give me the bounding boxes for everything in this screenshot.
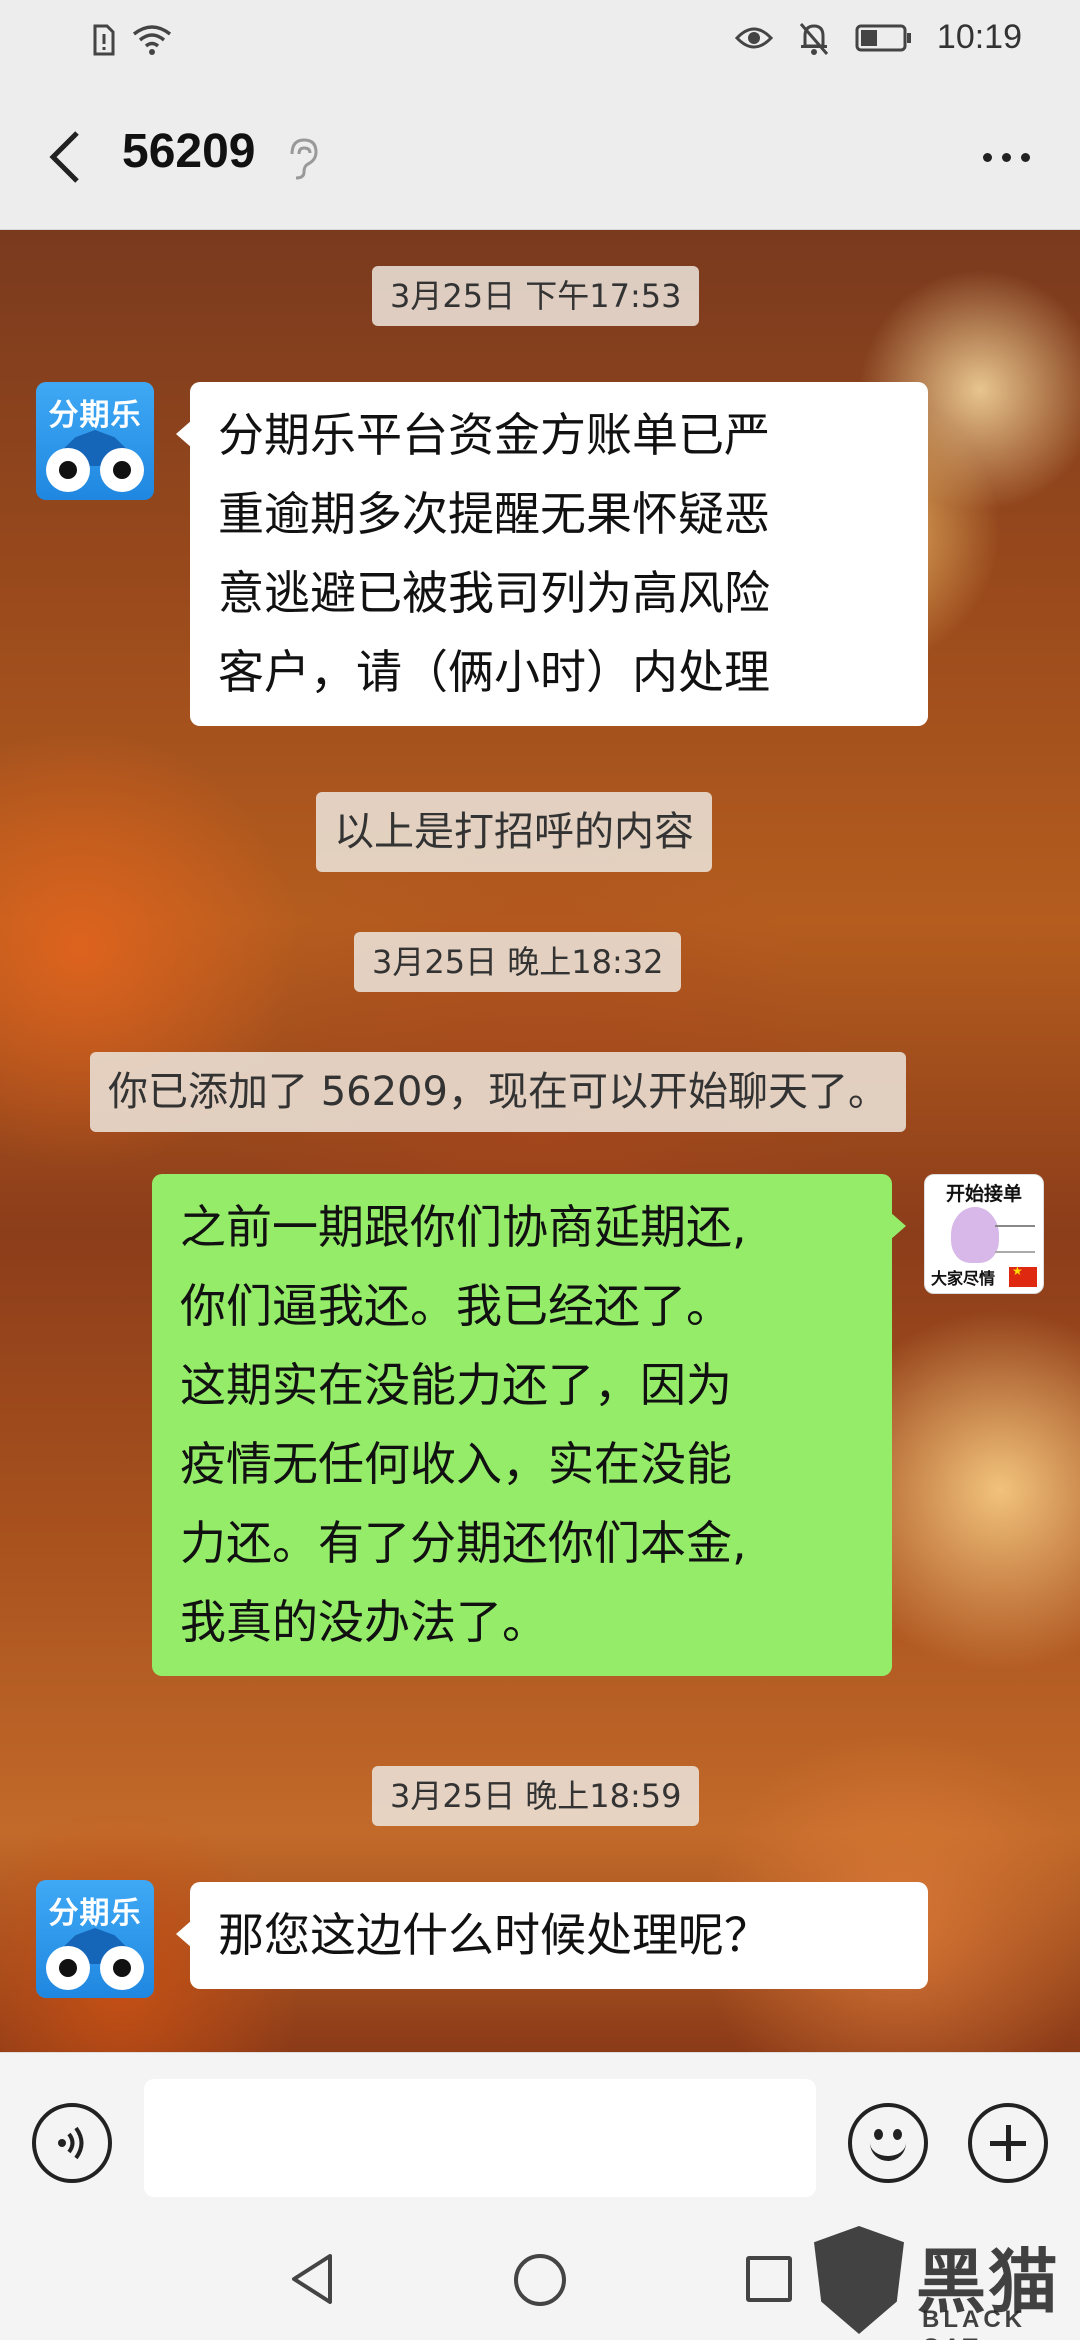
- watermark-logo: 黑猫 BLACK CAT: [808, 2222, 1080, 2340]
- system-note: 你已添加了 56209，现在可以开始聊天了。: [90, 1052, 906, 1132]
- message-line: 疫情无任何收入，实在没能: [180, 1437, 732, 1491]
- nav-back-icon[interactable]: [288, 2252, 336, 2306]
- cat-shield-icon: [814, 2226, 904, 2334]
- timestamp: 3月25日 晚上18:59: [372, 1766, 700, 1826]
- timestamp: 3月25日 下午17:53: [372, 266, 700, 326]
- sim-alert-icon: [93, 24, 115, 56]
- status-right: 10:19: [734, 18, 1022, 57]
- watermark-en: BLACK CAT: [922, 2306, 1026, 2340]
- voice-button[interactable]: [32, 2103, 112, 2183]
- flag-icon: [1009, 1264, 1037, 1287]
- more-button[interactable]: [968, 132, 1044, 182]
- wifi-icon: [132, 25, 172, 55]
- message-line: 之前一期跟你们协商延期还,: [180, 1200, 747, 1254]
- status-left: [92, 24, 172, 56]
- chat-area[interactable]: 3月25日 下午17:53 分期乐 分期乐平台资金方账单已严 重逾期多次提醒无果…: [0, 230, 1080, 2052]
- message-bubble-outgoing[interactable]: 之前一期跟你们协商延期还, 你们逼我还。我已经还了。 这期实在没能力还了，因为 …: [152, 1174, 906, 1676]
- message-bubble-incoming[interactable]: 分期乐平台资金方账单已严 重逾期多次提醒无果怀疑恶 意逃避已被我司列为高风险 客…: [176, 382, 928, 726]
- avatar-logo-text: 分期乐: [48, 398, 142, 433]
- voice-icon: [58, 2126, 84, 2160]
- status-time: 10:19: [936, 18, 1022, 56]
- nav-recent-icon[interactable]: [746, 2256, 792, 2302]
- timestamp: 3月25日 晚上18:32: [354, 932, 682, 992]
- ear-icon: [290, 138, 318, 180]
- system-note: 以上是打招呼的内容: [316, 792, 712, 872]
- message-line: 重逾期多次提醒无果怀疑恶: [218, 487, 770, 541]
- mute-icon: [799, 22, 829, 55]
- battery-icon: [855, 24, 911, 51]
- message-line: 客户，请（俩小时）内处理: [218, 645, 770, 699]
- plus-button[interactable]: [968, 2103, 1048, 2183]
- back-arrow-icon: [49, 131, 79, 183]
- message-line: 我真的没办法了。: [180, 1595, 548, 1649]
- message-line: 意逃避已被我司列为高风险: [218, 566, 770, 620]
- input-bar: [0, 2052, 1080, 2220]
- eye-icon: [734, 27, 773, 48]
- message-line: 你们逼我还。我已经还了。: [180, 1279, 732, 1333]
- status-bar: 10:19: [0, 0, 1080, 84]
- avatar-self-bottom-text: 大家尽情: [931, 1269, 996, 1288]
- message-line: 分期乐平台资金方账单已严: [218, 408, 770, 462]
- more-icon: [982, 152, 992, 162]
- avatar-self[interactable]: 开始接单 大家尽情: [924, 1174, 1044, 1294]
- avatar-fenqile[interactable]: 分期乐: [36, 382, 154, 500]
- avatar-self-top-text: 开始接单: [945, 1183, 1022, 1205]
- message-line: 那您这边什么时候处理呢？: [218, 1908, 770, 1962]
- avatar-fenqile[interactable]: 分期乐: [36, 1880, 154, 1998]
- avatar-logo-text: 分期乐: [48, 1896, 142, 1931]
- message-line: 力还。有了分期还你们本金,: [180, 1516, 747, 1570]
- chat-title: 56209: [122, 125, 256, 178]
- title-bar: 56209: [0, 84, 1080, 230]
- message-bubble-incoming[interactable]: 那您这边什么时候处理呢？: [176, 1882, 928, 1989]
- message-input[interactable]: [144, 2079, 816, 2197]
- message-line: 这期实在没能力还了，因为: [180, 1358, 732, 1412]
- back-button[interactable]: [34, 122, 94, 192]
- nav-home-icon[interactable]: [514, 2254, 566, 2306]
- emoji-button[interactable]: [848, 2103, 928, 2183]
